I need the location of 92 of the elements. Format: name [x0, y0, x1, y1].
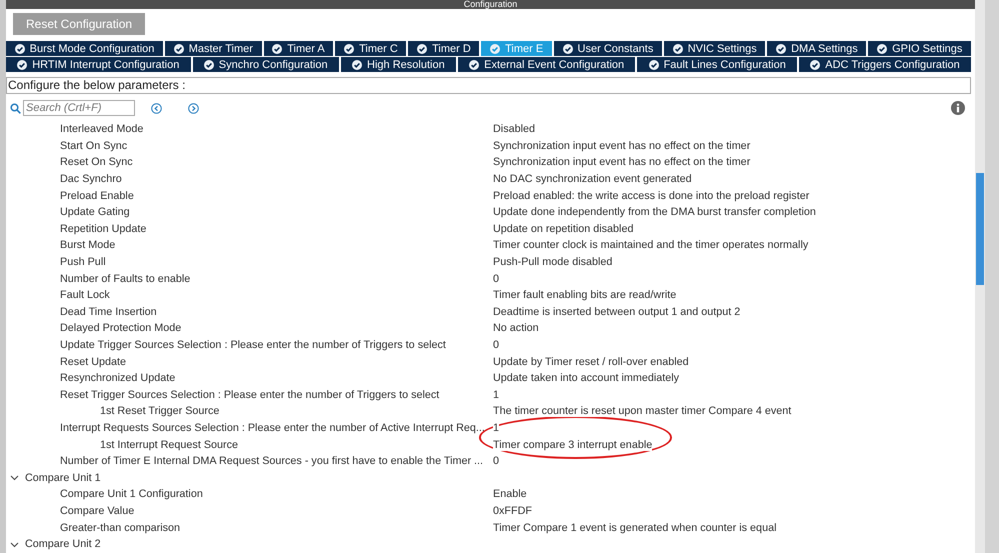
- parameter-value[interactable]: 1: [493, 388, 500, 401]
- tab[interactable]: DMA Settings: [767, 41, 866, 56]
- parameter-name: Delayed Protection Mode: [60, 322, 182, 334]
- chevron-icon: [10, 473, 19, 482]
- tab[interactable]: Synchro Configuration: [192, 57, 339, 72]
- parameter-value[interactable]: No DAC synchronization event generated: [493, 173, 692, 186]
- parameter-value[interactable]: 0xFFDF: [493, 504, 532, 517]
- parameter-value[interactable]: Deadtime is inserted between output 1 and output 2: [493, 306, 740, 318]
- window-title: Configuration: [464, 0, 518, 9]
- parameter-value[interactable]: Synchronization input event has no effect on the timer: [493, 156, 750, 168]
- parameter-value[interactable]: Update done independently from the DMA burst transfer completion: [493, 206, 816, 218]
- check-icon: [417, 44, 428, 54]
- parameter-value[interactable]: Timer counter clock is maintained and the timer operates normally: [493, 239, 808, 252]
- previous-icon[interactable]: [151, 102, 162, 114]
- tab[interactable]: Timer C: [335, 41, 406, 56]
- parameter-name: Greater-than comparison: [60, 522, 180, 534]
- parameter-name: Preload Enable: [60, 190, 134, 202]
- parameter-name: Dead Time Insertion: [60, 306, 157, 318]
- tab[interactable]: NVIC Settings: [664, 41, 766, 56]
- parameter-name: Reset Trigger Sources Selection : Please enter the number of Triggers to select: [60, 388, 440, 401]
- parameter-name: Interrupt Requests Sources Selection : Please enter the number of Active Interrupt Req...: [60, 422, 485, 434]
- parameter-name: Fault Lock: [60, 289, 110, 302]
- check-icon: [272, 44, 282, 54]
- check-icon: [352, 60, 362, 70]
- parameter-value[interactable]: Synchronization input event has no effect on the timer: [493, 140, 750, 152]
- parameter-name: Start On Sync: [60, 140, 128, 152]
- parameter-name: Push Pull: [60, 256, 106, 268]
- tab[interactable]: ADC Triggers Configuration: [799, 57, 972, 72]
- parameter-name: 1st Reset Trigger Source: [100, 405, 220, 418]
- parameter-value[interactable]: 0: [493, 339, 500, 352]
- parameter-name: Number of Faults to enable: [60, 272, 190, 285]
- parameter-name: Number of Timer E Internal DMA Request Sources - you first have to enable the Timer ...: [60, 455, 484, 468]
- parameter-name: Reset Update: [60, 356, 126, 368]
- check-icon: [14, 44, 25, 54]
- tab[interactable]: External Event Configuration: [458, 57, 636, 72]
- info-icon[interactable]: [951, 101, 965, 115]
- check-icon: [776, 44, 786, 54]
- search-field[interactable]: Search (Crtl+F): [23, 100, 135, 116]
- check-icon: [810, 60, 820, 70]
- check-icon: [344, 44, 354, 54]
- next-icon[interactable]: [188, 102, 199, 114]
- parameter-value[interactable]: Timer compare 3 interrupt enable: [493, 438, 652, 451]
- parameter-name: 1st Interrupt Request Source: [100, 438, 238, 451]
- parameter-name: Resynchronized Update: [60, 372, 176, 384]
- tab[interactable]: User Constants: [554, 41, 662, 56]
- check-icon: [204, 60, 214, 70]
- tab[interactable]: Burst Mode Configuration: [6, 41, 164, 56]
- parameter-value[interactable]: Timer fault enabling bits are read/write: [493, 289, 676, 302]
- tab[interactable]: Fault Lines Configuration: [637, 57, 798, 72]
- parameter-name: Update Trigger Sources Selection : Please enter the number of Triggers to select: [60, 339, 446, 352]
- check-icon: [672, 44, 683, 54]
- parameter-name: Interleaved Mode: [60, 123, 144, 136]
- parameter-value[interactable]: Enable: [493, 488, 527, 500]
- tab[interactable]: Timer A: [264, 41, 334, 56]
- check-icon: [490, 44, 500, 54]
- instructions-field: Configure the below parameters :: [6, 77, 971, 94]
- parameter-name: Reset On Sync: [60, 156, 133, 168]
- parameter-name: Dac Synchro: [60, 173, 122, 186]
- group-header[interactable]: Compare Unit 2: [6, 538, 101, 550]
- scrollbar-thumb[interactable]: [976, 173, 984, 285]
- parameter-value[interactable]: 1: [493, 422, 500, 434]
- check-icon: [17, 60, 28, 70]
- tab[interactable]: High Resolution: [340, 57, 456, 72]
- tab[interactable]: Master Timer: [165, 41, 262, 56]
- tab[interactable]: HRTIM Interrupt Configuration: [6, 57, 191, 72]
- group-header[interactable]: Compare Unit 1: [6, 472, 101, 484]
- check-icon: [174, 44, 184, 54]
- parameter-name: Repetition Update: [60, 222, 146, 235]
- parameter-name: Compare Unit 1 Configuration: [60, 488, 203, 500]
- tab[interactable]: GPIO Settings: [868, 41, 972, 56]
- parameter-value[interactable]: Update taken into account immediately: [493, 372, 680, 384]
- parameter-value[interactable]: Disabled: [493, 123, 536, 136]
- parameter-value[interactable]: The timer counter is reset upon master timer Compare 4 event: [493, 405, 792, 418]
- parameter-name: Burst Mode: [60, 239, 116, 252]
- check-icon: [469, 60, 480, 70]
- parameter-value[interactable]: Update by Timer reset / roll-over enabled: [493, 356, 689, 368]
- scrollbar-track[interactable]: [975, 0, 985, 553]
- check-icon: [877, 44, 888, 54]
- parameter-name: Update Gating: [60, 206, 130, 218]
- check-icon: [562, 44, 573, 54]
- parameter-name: Compare Value: [60, 504, 134, 517]
- chevron-icon: [10, 540, 19, 549]
- tab[interactable]: Timer D: [408, 41, 480, 56]
- check-icon: [648, 60, 659, 70]
- parameter-value[interactable]: Preload enabled: the write access is done into the preload register: [493, 190, 810, 202]
- parameter-value[interactable]: No action: [493, 322, 539, 334]
- parameter-value[interactable]: Update on repetition disabled: [493, 222, 634, 235]
- parameter-value[interactable]: Push-Pull mode disabled: [493, 256, 612, 268]
- parameter-value[interactable]: Timer Compare 1 event is generated when counter is equal: [493, 522, 776, 534]
- search-icon: [10, 102, 21, 114]
- parameter-value[interactable]: 0: [493, 455, 500, 468]
- parameter-value[interactable]: 0: [493, 272, 500, 285]
